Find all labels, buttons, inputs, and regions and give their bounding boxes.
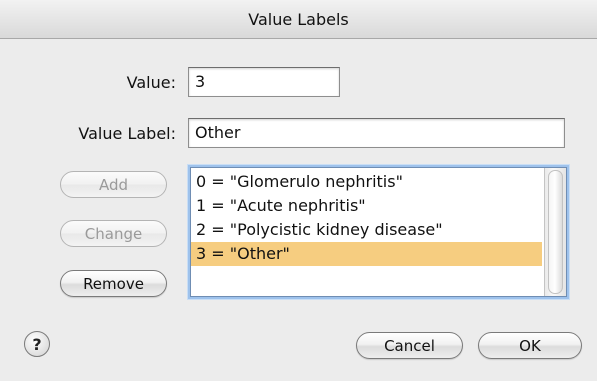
remove-button[interactable]: Remove <box>60 270 167 297</box>
list-item[interactable]: 0 = "Glomerulo nephritis" <box>191 170 542 194</box>
add-button[interactable]: Add <box>60 171 167 198</box>
value-label-list[interactable]: 0 = "Glomerulo nephritis" 1 = "Acute nep… <box>190 167 567 297</box>
value-labels-dialog: Value Labels Value: 3 Value Label: Other… <box>0 0 597 381</box>
ok-button[interactable]: OK <box>478 332 582 359</box>
list-item[interactable]: 2 = "Polycistic kidney disease" <box>191 218 542 242</box>
value-label-input[interactable]: Other <box>188 118 565 148</box>
title-bar: Value Labels <box>0 0 597 39</box>
value-label-label: Value Label: <box>78 124 176 143</box>
window-title: Value Labels <box>248 9 349 29</box>
list-item[interactable]: 1 = "Acute nephritis" <box>191 194 542 218</box>
help-button[interactable]: ? <box>24 331 50 357</box>
list-item-selected[interactable]: 3 = "Other" <box>191 242 542 266</box>
value-label: Value: <box>126 73 176 92</box>
change-button[interactable]: Change <box>60 220 167 247</box>
value-input[interactable]: 3 <box>188 67 340 97</box>
scrollbar-thumb[interactable] <box>548 170 563 294</box>
list-scrollbar[interactable] <box>544 168 566 296</box>
cancel-button[interactable]: Cancel <box>356 332 463 359</box>
question-mark-icon: ? <box>32 334 42 354</box>
list-rows: 0 = "Glomerulo nephritis" 1 = "Acute nep… <box>191 170 542 266</box>
